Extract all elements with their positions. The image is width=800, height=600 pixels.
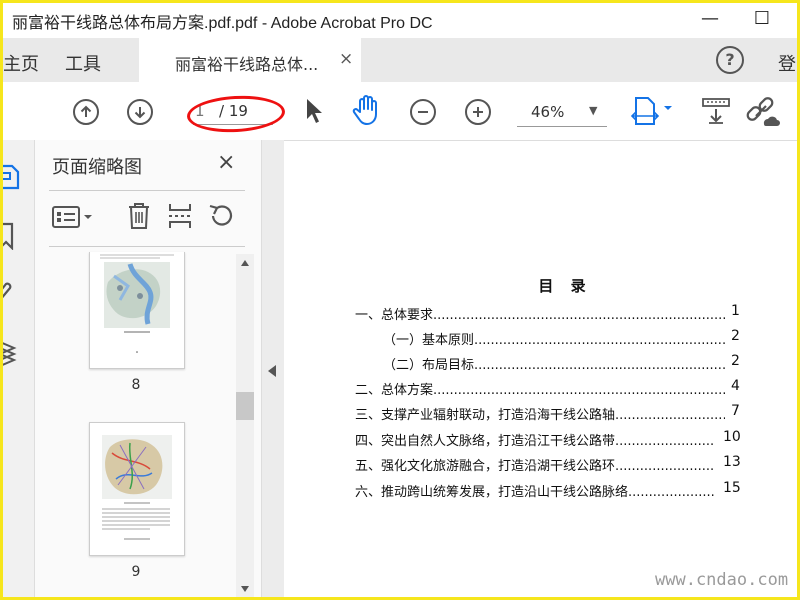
title-bar: 丽富裕干线路总体布局方案.pdf.pdf - Adobe Acrobat Pro…	[0, 0, 800, 38]
delete-page-icon[interactable]	[127, 202, 151, 230]
close-icon[interactable]: ×	[339, 49, 353, 69]
page-thumbnail-image	[102, 435, 172, 540]
panel-divider	[49, 190, 245, 191]
tab-bar: 主页 工具 丽富裕干线路总体... × ? 登	[0, 38, 800, 82]
insert-page-icon[interactable]	[167, 202, 193, 230]
toc-entry[interactable]: 六、推动跨山统筹发展，打造沿山干线公路脉络...................…	[355, 481, 719, 500]
toc-entry[interactable]: 四、突出自然人文脉络，打造沿江干线公路带....................…	[355, 430, 719, 449]
fit-page-icon[interactable]	[630, 94, 676, 128]
next-page-icon[interactable]	[127, 99, 153, 125]
page-thumbnail[interactable]	[89, 422, 185, 556]
toc-entry[interactable]: 二、总体方案..................................…	[355, 379, 725, 398]
bookmark-icon[interactable]	[0, 220, 16, 250]
minimize-button[interactable]: —	[690, 6, 730, 32]
hand-tool-icon[interactable]	[352, 94, 382, 126]
collapse-panel-strip[interactable]	[262, 140, 284, 600]
toc-entry[interactable]: 一、总体要求..................................…	[355, 304, 725, 323]
toc-title: 目 录	[538, 277, 592, 295]
scroll-down-icon[interactable]	[241, 586, 249, 592]
zoom-value: 46%	[531, 103, 565, 121]
thumbnail-page-label: 8	[131, 377, 141, 393]
chevron-left-icon[interactable]	[268, 365, 276, 377]
maximize-button[interactable]: ☐	[742, 6, 782, 32]
page-thumbnail-image	[100, 254, 174, 353]
toc-page: 4	[731, 378, 740, 394]
select-cursor-icon[interactable]	[304, 97, 324, 125]
toc-page: 2	[731, 328, 740, 344]
page-thumbnail[interactable]	[89, 252, 185, 369]
watermark-text: www.cndao.com	[655, 570, 789, 590]
thumbnails-panel: 页面缩略图 × 8 9	[35, 140, 262, 600]
tab-document-label: 丽富裕干线路总体...	[175, 55, 319, 74]
page-thumbnails-icon[interactable]	[0, 160, 20, 192]
panel-title: 页面缩略图	[52, 157, 142, 178]
layers-icon[interactable]	[0, 336, 18, 366]
close-icon[interactable]: ×	[217, 150, 235, 175]
toc-page: 7	[731, 403, 740, 419]
previous-page-icon[interactable]	[73, 99, 99, 125]
document-view[interactable]: 目 录 一、总体要求..............................…	[285, 141, 797, 600]
window-title: 丽富裕干线路总体布局方案.pdf.pdf - Adobe Acrobat Pro…	[12, 15, 433, 32]
zoom-select[interactable]: 46% ▼	[517, 98, 607, 127]
scroll-up-icon[interactable]	[241, 260, 249, 266]
toc-page: 10	[723, 429, 741, 445]
zoom-in-icon[interactable]	[465, 99, 491, 125]
toc-page: 15	[723, 480, 741, 496]
chevron-down-icon: ▼	[589, 104, 598, 117]
help-icon[interactable]: ?	[716, 46, 744, 74]
left-rail	[0, 140, 35, 600]
tab-tools[interactable]: 工具	[65, 50, 101, 76]
toc-entry[interactable]: 三、支撑产业辐射联动，打造沿海干线公路轴....................…	[355, 404, 725, 423]
panel-divider	[49, 246, 245, 247]
toc-entry[interactable]: （二）布局目标.................................…	[383, 354, 725, 373]
share-link-icon[interactable]	[744, 94, 780, 128]
toolbar: 1 / 19 46% ▼	[0, 82, 800, 141]
rotate-page-icon[interactable]	[207, 202, 237, 230]
toc-page: 1	[731, 303, 740, 319]
sign-in-button[interactable]: 登	[778, 50, 796, 76]
toc-entry[interactable]: 五、强化文化旅游融合，打造沿湖干线公路环....................…	[355, 455, 719, 474]
toc-page: 13	[723, 454, 741, 470]
thumbnail-page-label: 9	[131, 564, 141, 580]
tab-home[interactable]: 主页	[3, 50, 39, 76]
tab-document[interactable]: 丽富裕干线路总体... ×	[139, 38, 361, 82]
zoom-out-icon[interactable]	[410, 99, 436, 125]
toc-page: 2	[731, 353, 740, 369]
thumbnails-scrollbar[interactable]	[236, 254, 254, 600]
thumbnail-options-icon[interactable]	[52, 204, 96, 230]
scrollbar-thumb[interactable]	[236, 392, 254, 420]
scroll-mode-icon[interactable]	[700, 96, 732, 126]
toc-entry[interactable]: （一）基本原则.................................…	[383, 329, 725, 348]
attachment-icon[interactable]	[0, 278, 18, 308]
